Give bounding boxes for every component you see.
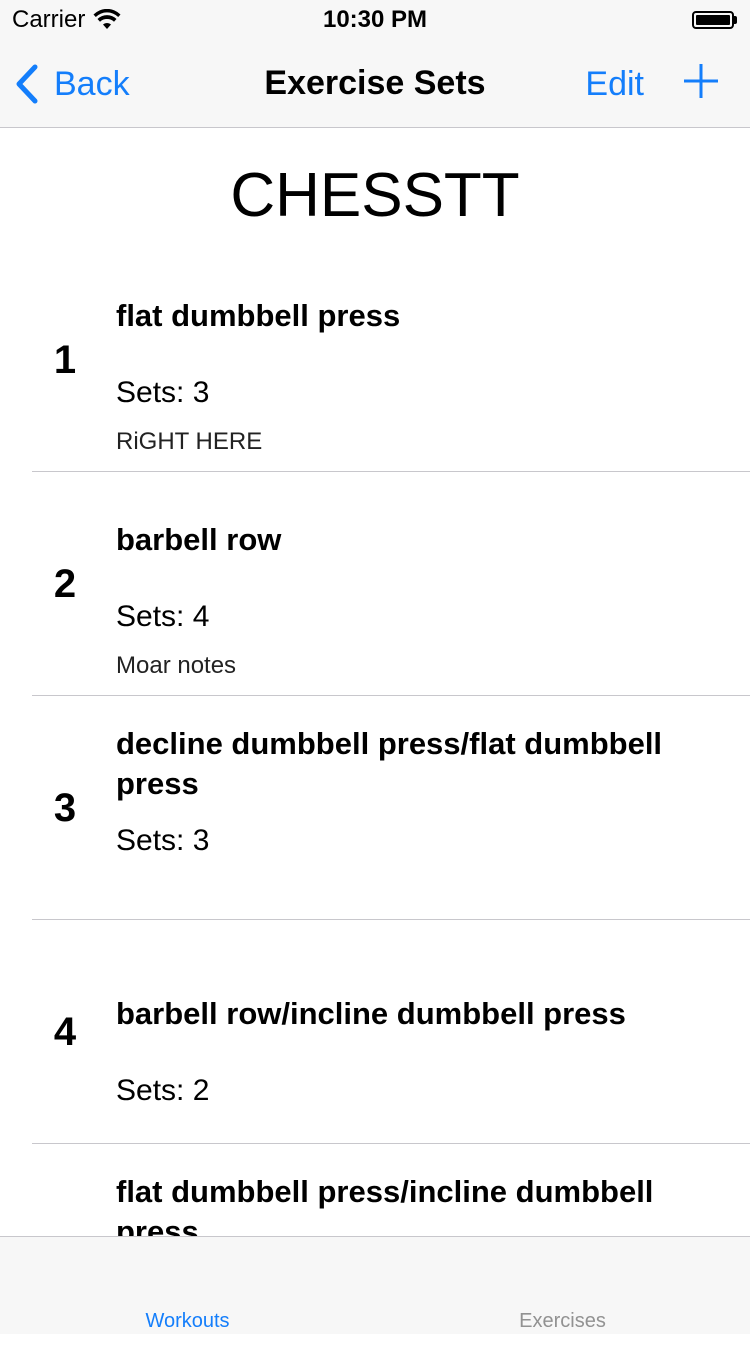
exercise-sets: Sets: 3 [116,376,210,409]
exercise-row[interactable]: 1 flat dumbbell press Sets: 3 RiGHT HERE [0,248,750,472]
exercise-name: barbell row/incline dumbbell press [116,996,626,1031]
exercise-notes: Moar notes [116,652,237,679]
exercise-sets: Sets: 3 [116,824,210,857]
exercise-row[interactable]: 2 barbell row Sets: 4 Moar notes [0,472,750,696]
exercise-set-list: 1 flat dumbbell press Sets: 3 RiGHT HERE… [0,248,750,1368]
exercise-index: 4 [53,1010,77,1054]
tab-exercises[interactable]: Exercises [375,1237,750,1335]
exercise-row[interactable]: 3 decline dumbbell press/flat dumbbell p… [0,696,750,920]
exercise-notes: RiGHT HERE [116,428,263,455]
exercise-sets: Sets: 2 [116,1074,210,1107]
exercise-name: barbell row [116,522,282,557]
battery-icon [692,10,738,30]
workout-title: CHESSTT [230,161,520,230]
exercise-index: 3 [53,786,77,830]
tab-workouts[interactable]: Workouts [0,1237,375,1335]
status-time: 10:30 PM [322,6,428,33]
exercise-name: flat dumbbell press [116,298,401,333]
exercise-name: decline dumbbell press/flat dumbbell pre… [116,726,663,801]
tab-label: Exercises [519,1310,606,1332]
tab-label: Workouts [145,1310,230,1332]
exercise-index: 1 [53,338,77,382]
plus-icon[interactable] [682,62,720,100]
tab-bar: Workouts Exercises [0,1236,750,1334]
exercise-row[interactable]: 4 barbell row/incline dumbbell press Set… [0,920,750,1144]
navigation-bar: Back Exercise Sets Edit [0,40,750,128]
status-bar: Carrier 10:30 PM [0,0,750,40]
edit-button[interactable]: Edit [585,65,644,104]
exercise-index: 2 [53,562,77,606]
exercise-sets: Sets: 4 [116,600,210,633]
